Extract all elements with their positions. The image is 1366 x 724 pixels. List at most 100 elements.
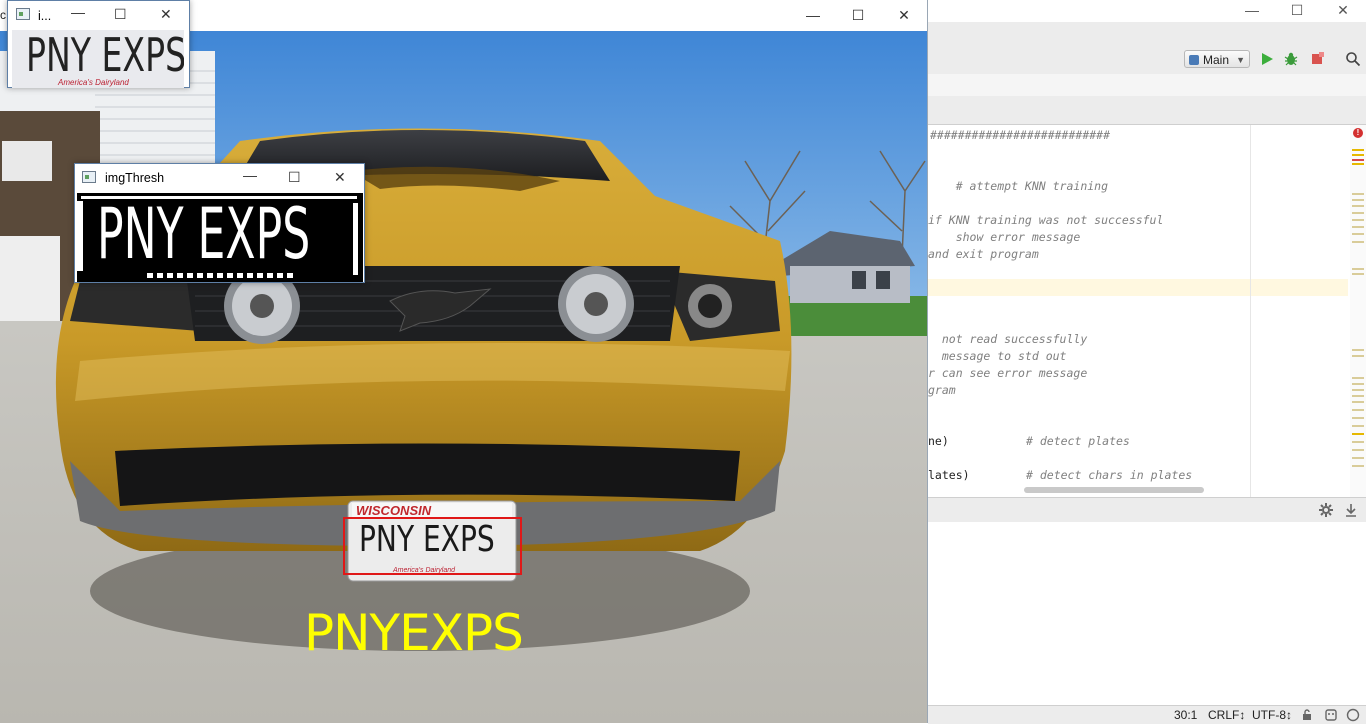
code-line: not read successfully (928, 332, 1088, 346)
stripe-mark (1352, 159, 1364, 161)
code-line: ########################## (930, 128, 1111, 142)
stripe-mark (1352, 395, 1364, 397)
minimize-button[interactable]: — (71, 4, 85, 20)
code-comment: # detect plates (1026, 434, 1130, 448)
thresh-image: PNY EXPS (77, 193, 363, 282)
app-icon (82, 171, 96, 183)
scene-image: WISCONSIN PNY EXPS America's Dairyland P… (0, 31, 927, 723)
code-line: ne) (928, 434, 949, 448)
plate-crop-text: PNY EXPS (26, 30, 184, 82)
search-icon[interactable] (1345, 51, 1361, 67)
ide-close-button[interactable]: ✕ (1333, 2, 1353, 18)
line-separator[interactable]: CRLF↕ (1208, 708, 1245, 722)
plate-crop-slogan: America's Dairyland (58, 78, 129, 87)
window-title: c (0, 8, 6, 22)
thresh-plate-text: PNY EXPS (97, 193, 311, 275)
stripe-mark (1352, 233, 1364, 235)
app-icon (16, 8, 30, 20)
code-line: message to std out (928, 349, 1067, 363)
horizontal-scrollbar[interactable] (1024, 487, 1204, 493)
code-line: show error message (928, 230, 1081, 244)
navigation-bar (928, 74, 1366, 97)
run-console[interactable] (928, 522, 1366, 705)
stripe-mark (1352, 441, 1364, 443)
maximize-button[interactable]: ☐ (844, 6, 872, 24)
plate-detection-box (343, 517, 522, 575)
error-indicator-icon[interactable]: ! (1353, 128, 1363, 138)
stripe-mark (1352, 383, 1364, 385)
stripe-mark (1352, 433, 1364, 435)
minimize-button[interactable]: — (243, 167, 257, 183)
code-line: and exit program (928, 247, 1039, 261)
ide-maximize-button[interactable]: ☐ (1287, 2, 1307, 18)
ide-menubar (928, 22, 1366, 45)
inspector-icon[interactable] (1324, 708, 1338, 722)
chevron-down-icon: ▼ (1236, 55, 1245, 65)
stripe-mark (1352, 377, 1364, 379)
stripe-mark (1352, 401, 1364, 403)
code-line: r can see error message (928, 366, 1088, 380)
stop-icon[interactable] (1309, 51, 1325, 67)
stripe-mark (1352, 149, 1364, 151)
stripe-mark (1352, 212, 1364, 214)
maximize-button[interactable]: ☐ (114, 6, 127, 23)
maximize-button[interactable]: ☐ (288, 169, 301, 186)
stripe-mark (1352, 417, 1364, 419)
run-config-select[interactable]: Main ▼ (1184, 50, 1250, 68)
code-line: lates) (928, 468, 970, 482)
gear-icon[interactable] (1318, 502, 1334, 518)
stripe-mark (1352, 389, 1364, 391)
stripe-mark (1352, 355, 1364, 357)
code-line: if KNN training was not successful (928, 213, 1164, 227)
lock-icon[interactable] (1301, 709, 1313, 721)
window-title: imgThresh (105, 171, 165, 185)
stripe-mark (1352, 457, 1364, 459)
current-line-highlight (928, 279, 1348, 296)
window-title: i... (38, 9, 52, 23)
stripe-mark (1352, 349, 1364, 351)
code-line: gram (928, 383, 956, 397)
plate-crop-window[interactable]: i... — ☐ ✕ PNY EXPS America's Dairyland (7, 0, 190, 88)
stripe-mark (1352, 465, 1364, 467)
window-titlebar[interactable]: i... — ☐ ✕ (8, 1, 189, 28)
run-config-label: Main (1203, 53, 1230, 67)
hide-panel-icon[interactable] (1344, 502, 1358, 518)
right-margin-guide (1250, 125, 1251, 497)
code-comment: # detect chars in plates (1026, 468, 1193, 482)
stripe-mark (1352, 163, 1364, 165)
close-button[interactable]: ✕ (890, 6, 918, 24)
run-icon[interactable] (1259, 51, 1275, 67)
error-stripe[interactable]: ! (1350, 125, 1366, 497)
plate-state: WISCONSIN (356, 503, 432, 518)
stripe-mark (1352, 219, 1364, 221)
stripe-mark (1352, 268, 1364, 270)
stripe-mark (1352, 273, 1364, 275)
original-scene-window[interactable]: c — ☐ ✕ WISCONSIN PNY EXPS America's Dai… (0, 0, 928, 723)
ide-toolbar: Main ▼ (928, 44, 1366, 75)
stripe-mark (1352, 449, 1364, 451)
close-button[interactable]: ✕ (160, 6, 172, 23)
stripe-mark (1352, 425, 1364, 427)
stripe-mark (1352, 199, 1364, 201)
minimize-button[interactable]: — (799, 6, 827, 24)
event-log-icon[interactable] (1346, 708, 1360, 722)
plate-crop-image: PNY EXPS America's Dairyland (12, 30, 184, 88)
debug-icon[interactable] (1283, 51, 1299, 67)
ide-minimize-button[interactable]: — (1242, 2, 1262, 18)
status-bar: 30:1 CRLF↕ UTF-8↕ (928, 705, 1366, 724)
stripe-mark (1352, 154, 1364, 156)
stripe-mark (1352, 226, 1364, 228)
close-button[interactable]: ✕ (334, 169, 346, 186)
thresh-window[interactable]: imgThresh — ☐ ✕ PNY EXPS (74, 163, 365, 283)
stripe-mark (1352, 241, 1364, 243)
stripe-mark (1352, 409, 1364, 411)
window-titlebar[interactable]: imgThresh — ☐ ✕ (75, 164, 364, 191)
neighbor-house (790, 266, 910, 303)
recognized-plate-text: PNYEXPS (304, 604, 524, 662)
run-panel-toolbar (928, 497, 1366, 523)
caret-position[interactable]: 30:1 (1174, 708, 1197, 722)
code-editor[interactable]: ########################## # attempt KNN… (928, 125, 1366, 497)
stripe-mark (1352, 205, 1364, 207)
stripe-mark (1352, 193, 1364, 195)
file-encoding[interactable]: UTF-8↕ (1252, 708, 1292, 722)
